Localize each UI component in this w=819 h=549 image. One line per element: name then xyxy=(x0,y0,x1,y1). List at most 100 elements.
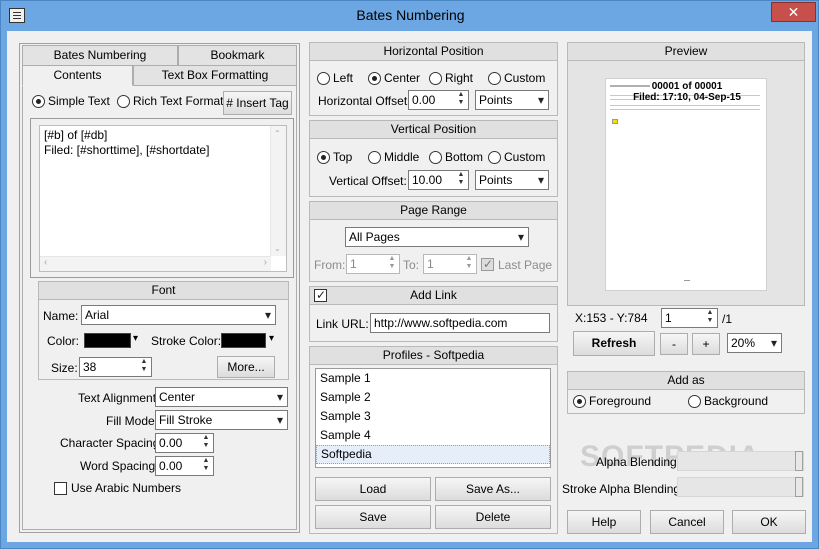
cancel-button[interactable]: Cancel xyxy=(650,510,724,534)
list-item[interactable]: Sample 1 xyxy=(316,369,550,388)
close-button[interactable]: ✕ xyxy=(771,2,816,22)
spinner-arrows-icon[interactable]: ▲ ▼ xyxy=(137,358,151,376)
h-right-radio[interactable] xyxy=(429,72,442,85)
tab-contents[interactable]: Contents xyxy=(22,65,133,86)
to-spinner[interactable]: 1 ▲ ▼ xyxy=(423,254,477,274)
add-as-header: Add as xyxy=(568,372,804,390)
word-spacing-spinner[interactable]: 0.00 ▲ ▼ xyxy=(155,456,214,476)
page-total: /1 xyxy=(722,312,733,326)
font-more-button[interactable]: More... xyxy=(217,356,275,378)
spinner-arrows-icon[interactable]: ▲ ▼ xyxy=(703,309,717,327)
alpha-slider-thumb[interactable] xyxy=(795,451,803,471)
tab-text-box-formatting[interactable]: Text Box Formatting xyxy=(133,65,297,86)
page-text-line xyxy=(610,105,760,106)
background-radio[interactable] xyxy=(688,395,701,408)
horizontal-offset-spinner[interactable]: 0.00 ▲ ▼ xyxy=(408,90,469,110)
stroke-color-picker[interactable]: ▾ xyxy=(220,331,280,351)
list-item-selected[interactable]: Softpedia xyxy=(316,445,550,464)
list-item[interactable]: Sample 3 xyxy=(316,407,550,426)
spinner-arrows-icon[interactable]: ▲ ▼ xyxy=(385,255,399,273)
simple-text-radio[interactable] xyxy=(32,95,45,108)
profiles-list[interactable]: Sample 1 Sample 2 Sample 3 Sample 4 Soft… xyxy=(315,368,551,468)
font-color-picker[interactable]: ▾ xyxy=(83,331,143,351)
tab-bookmark[interactable]: Bookmark xyxy=(178,45,297,66)
fill-mode-select[interactable]: Fill Stroke xyxy=(155,410,288,430)
stroke-color-swatch xyxy=(221,333,266,348)
title-bar[interactable]: Bates Numbering ✕ xyxy=(1,1,819,32)
spinner-arrows-icon[interactable]: ▲ ▼ xyxy=(454,171,468,189)
h-custom-radio[interactable] xyxy=(488,72,501,85)
cursor-coordinates: X:153 - Y:784 xyxy=(575,311,648,325)
preview-canvas[interactable]: 00001 of 00001 Filed: 17:10, 04-Sep-15 xyxy=(568,61,804,305)
scroll-right-icon[interactable]: › xyxy=(264,257,267,268)
from-spinner[interactable]: 1 ▲ ▼ xyxy=(346,254,400,274)
rich-text-radio[interactable] xyxy=(117,95,130,108)
horizontal-units-select[interactable]: Points xyxy=(475,90,549,110)
h-right-label: Right xyxy=(445,71,474,85)
save-as-button[interactable]: Save As... xyxy=(435,477,551,501)
scroll-down-icon[interactable]: ⌄ xyxy=(274,244,281,253)
spinner-arrows-icon[interactable]: ▲ ▼ xyxy=(199,434,213,452)
spinner-arrows-icon[interactable]: ▲ ▼ xyxy=(462,255,476,273)
window-title: Bates Numbering xyxy=(356,7,465,23)
help-button[interactable]: Help xyxy=(567,510,641,534)
arabic-numbers-checkbox[interactable] xyxy=(54,482,67,495)
simple-text-label: Simple Text xyxy=(48,94,110,108)
zoom-in-button[interactable]: + xyxy=(692,333,720,355)
h-left-radio[interactable] xyxy=(317,72,330,85)
scroll-up-icon[interactable]: ⌃ xyxy=(274,129,281,138)
stroke-alpha-slider-thumb[interactable] xyxy=(795,477,803,497)
char-spacing-value: 0.00 xyxy=(159,436,183,450)
vertical-units-select[interactable]: Points xyxy=(475,170,549,190)
alpha-blending-label: Alpha Blending: xyxy=(596,455,681,469)
refresh-button[interactable]: Refresh xyxy=(573,331,655,356)
add-link-checkbox[interactable] xyxy=(314,288,327,302)
stroke-alpha-blending-label: Stroke Alpha Blending: xyxy=(562,482,684,496)
v-top-radio[interactable] xyxy=(317,151,330,164)
ok-button[interactable]: OK xyxy=(732,510,806,534)
stroke-alpha-blending-slider[interactable] xyxy=(677,477,804,497)
editor-horizontal-scrollbar[interactable]: ‹ › xyxy=(40,256,271,271)
foreground-label: Foreground xyxy=(589,394,652,408)
vertical-offset-spinner[interactable]: 10.00 ▲ ▼ xyxy=(408,170,469,190)
v-middle-radio[interactable] xyxy=(368,151,381,164)
text-alignment-select[interactable]: Center xyxy=(155,387,288,407)
preview-page: 00001 of 00001 Filed: 17:10, 04-Sep-15 xyxy=(605,78,767,291)
editor-line: Filed: [#shorttime], [#shortdate] xyxy=(44,143,210,157)
zoom-select[interactable]: 20% xyxy=(727,333,782,353)
char-spacing-spinner[interactable]: 0.00 ▲ ▼ xyxy=(155,433,214,453)
v-middle-label: Middle xyxy=(384,150,420,164)
text-alignment-label: Text Alignment: xyxy=(78,391,160,405)
font-name-select[interactable]: Arial xyxy=(81,305,276,325)
font-header: Font xyxy=(39,282,288,300)
last-page-checkbox[interactable] xyxy=(481,257,494,271)
zoom-out-button[interactable]: - xyxy=(660,333,688,355)
link-url-input[interactable]: http://www.softpedia.com xyxy=(370,313,550,333)
insert-tag-button[interactable]: # Insert Tag xyxy=(223,91,292,115)
page-range-select[interactable]: All Pages xyxy=(345,227,529,247)
alpha-blending-slider[interactable] xyxy=(677,451,804,471)
from-value: 1 xyxy=(350,257,357,271)
foreground-radio[interactable] xyxy=(573,395,586,408)
font-size-spinner[interactable]: 38 ▲ ▼ xyxy=(79,357,152,377)
save-button[interactable]: Save xyxy=(315,505,431,529)
font-color-swatch xyxy=(84,333,131,348)
tab-bates-numbering[interactable]: Bates Numbering xyxy=(22,45,178,66)
word-spacing-label: Word Spacing: xyxy=(80,459,159,473)
note-icon xyxy=(612,119,618,124)
v-custom-radio[interactable] xyxy=(488,151,501,164)
load-button[interactable]: Load xyxy=(315,477,431,501)
list-item[interactable]: Sample 4 xyxy=(316,426,550,445)
v-bottom-radio[interactable] xyxy=(429,151,442,164)
list-item[interactable]: Sample 2 xyxy=(316,388,550,407)
font-size-label: Size: xyxy=(51,361,78,375)
h-center-radio[interactable] xyxy=(368,72,381,85)
page-number-spinner[interactable]: 1 ▲ ▼ xyxy=(661,308,718,328)
stroke-color-label: Stroke Color: xyxy=(151,334,222,348)
delete-button[interactable]: Delete xyxy=(435,505,551,529)
contents-editor[interactable]: [#b] of [#db] Filed: [#shorttime], [#sho… xyxy=(39,125,287,272)
spinner-arrows-icon[interactable]: ▲ ▼ xyxy=(454,91,468,109)
editor-vertical-scrollbar[interactable]: ⌃ ⌄ xyxy=(270,126,286,256)
scroll-left-icon[interactable]: ‹ xyxy=(44,257,47,268)
spinner-arrows-icon[interactable]: ▲ ▼ xyxy=(199,457,213,475)
